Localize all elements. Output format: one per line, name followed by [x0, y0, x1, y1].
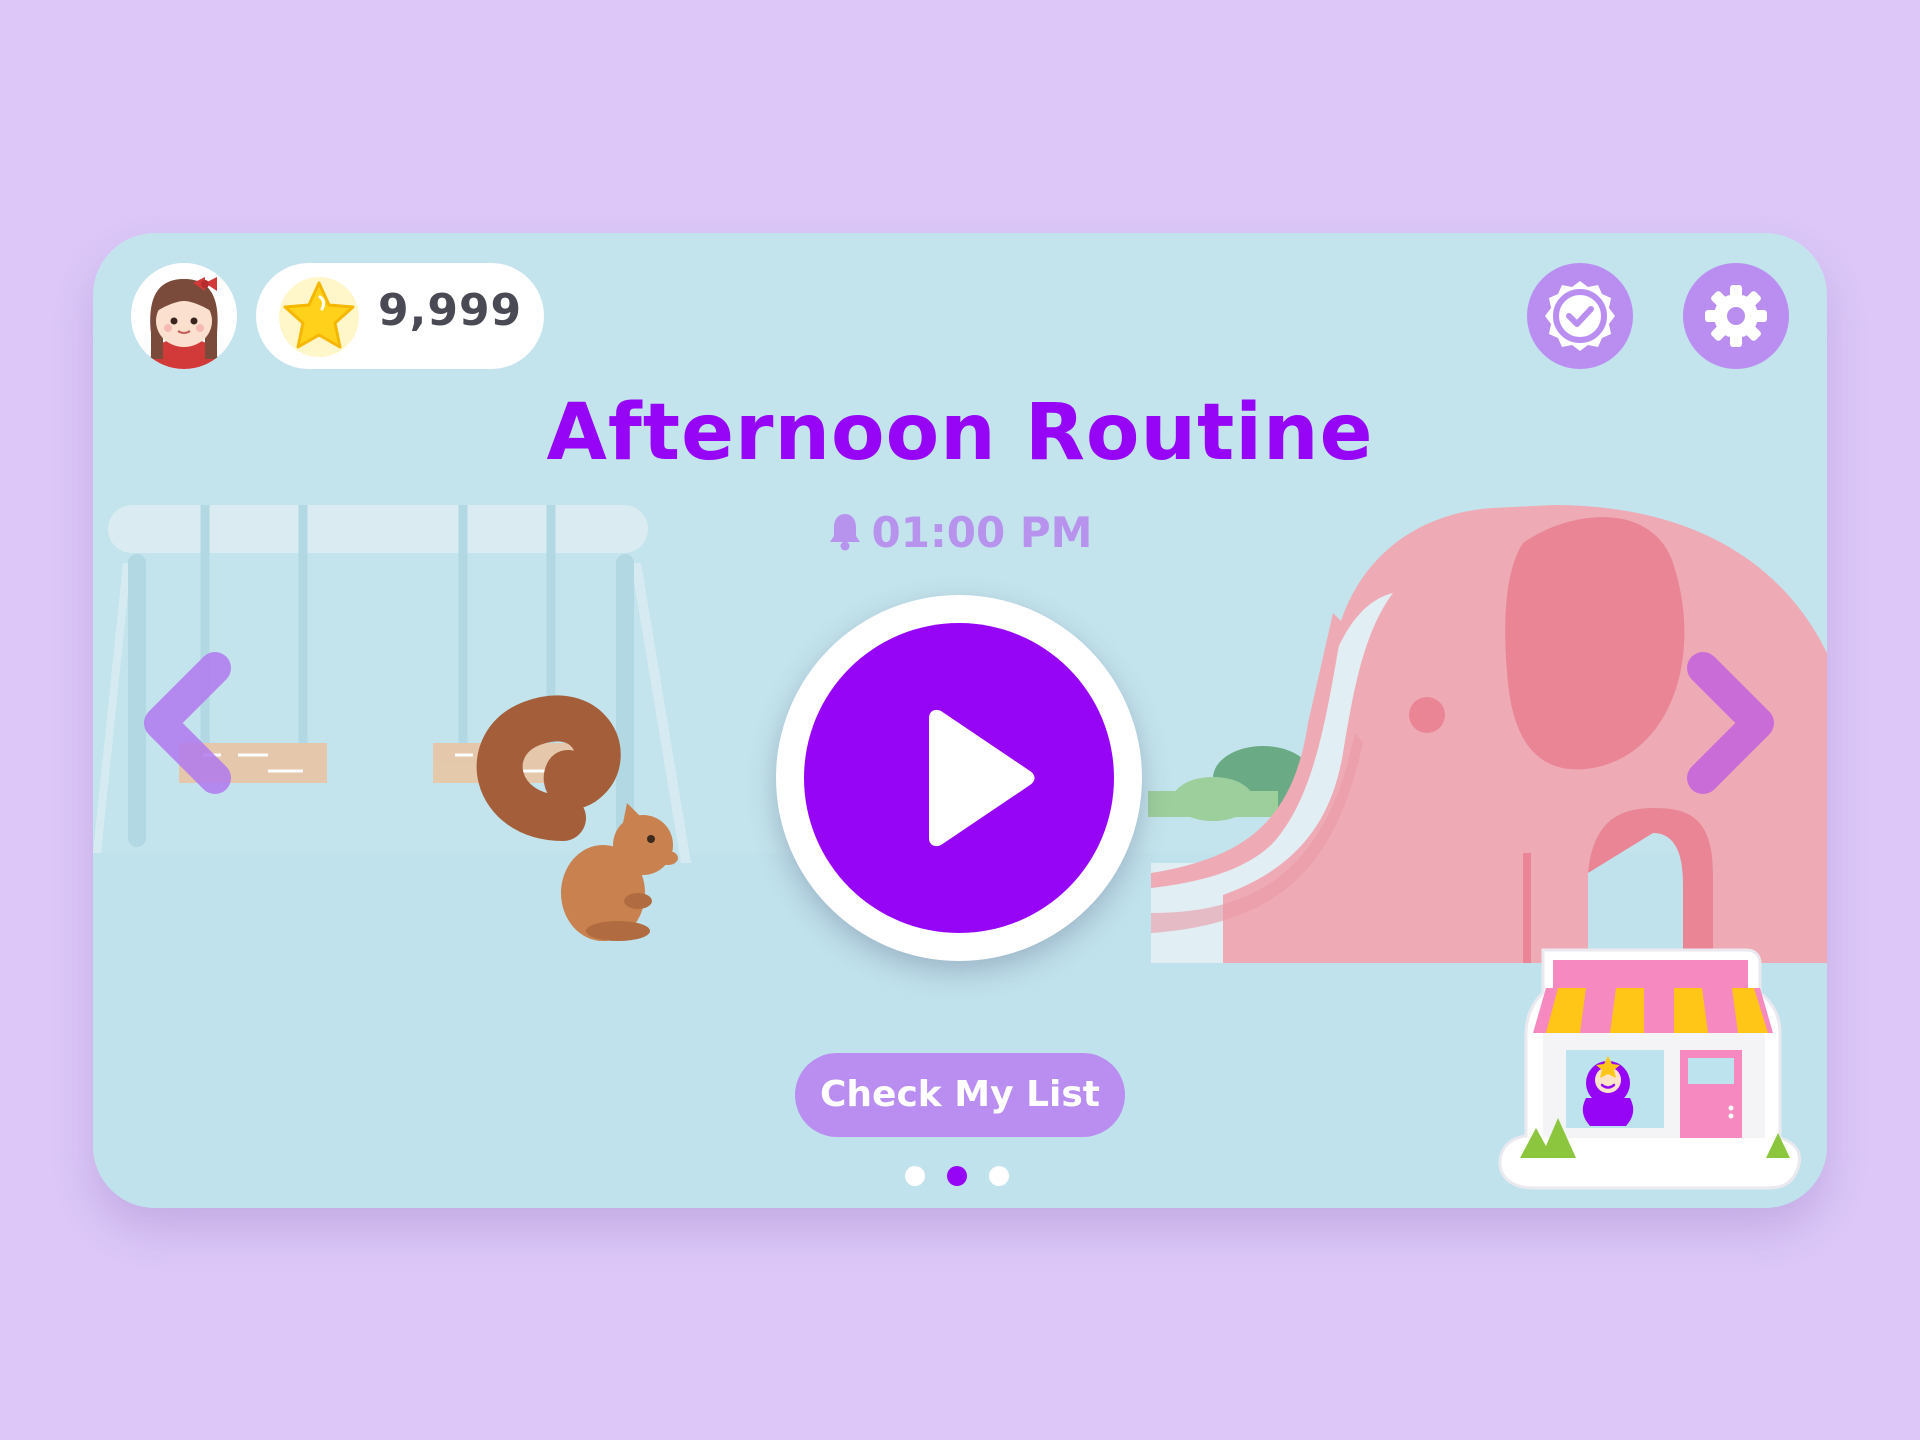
star-icon: [279, 277, 359, 357]
gear-icon: [1705, 285, 1767, 347]
settings-button[interactable]: [1683, 263, 1789, 369]
bell-icon: [829, 514, 860, 551]
star-count: 9,999: [378, 285, 523, 336]
page-dot-1[interactable]: [905, 1166, 925, 1186]
play-icon: [929, 709, 1035, 847]
badge-button[interactable]: [1527, 263, 1633, 369]
badge-check-icon: [1545, 281, 1615, 351]
routine-card: 9,999 Afternoon Routine 01:00 PM Check M…: [93, 233, 1827, 1208]
routine-title: Afternoon Routine: [546, 388, 1374, 478]
chevron-right-icon: [1687, 652, 1774, 794]
star-counter: 9,999: [256, 263, 544, 369]
routine-time: 01:00 PM: [93, 508, 1827, 557]
page-dot-2[interactable]: [947, 1166, 967, 1186]
page-dot-3[interactable]: [989, 1166, 1009, 1186]
next-button[interactable]: [1683, 648, 1783, 798]
play-button-face: [804, 623, 1114, 933]
prev-button[interactable]: [135, 648, 235, 798]
pagination-dots: [905, 1166, 1025, 1188]
check-my-list-button[interactable]: Check My List: [795, 1053, 1125, 1137]
chevron-left-icon: [144, 652, 231, 794]
shop-icon[interactable]: [1498, 938, 1803, 1193]
play-button[interactable]: [776, 595, 1142, 961]
avatar[interactable]: [131, 263, 237, 369]
routine-time-text: 01:00 PM: [871, 508, 1093, 557]
girl-avatar: [131, 263, 237, 369]
